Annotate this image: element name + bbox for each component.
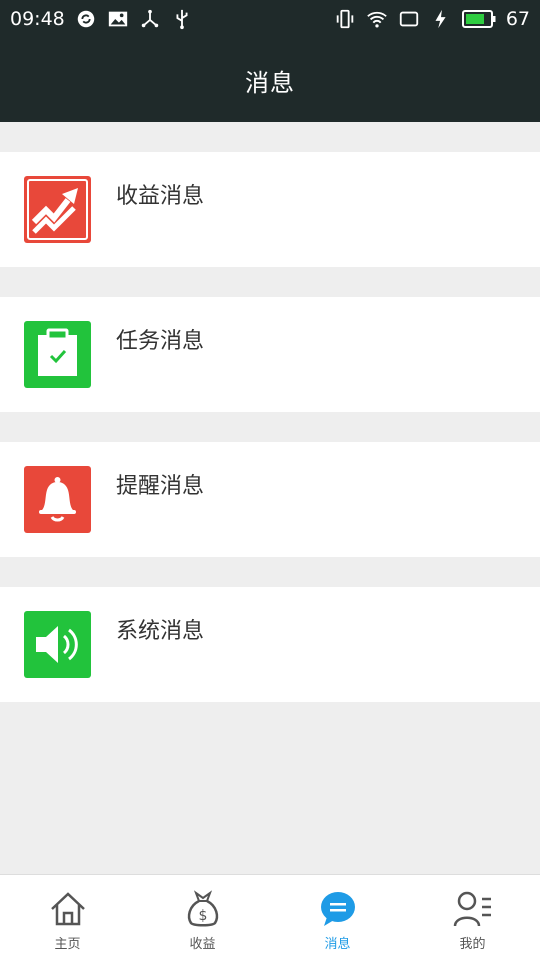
image-icon	[107, 8, 129, 30]
status-right: 67	[334, 8, 530, 30]
message-item-earnings[interactable]: 收益消息	[0, 152, 540, 267]
message-item-label: 任务消息	[116, 329, 205, 354]
nav-label: 收益	[189, 937, 216, 952]
message-category-list: 收益消息 任务消息 提醒消息 系统消息	[0, 152, 540, 732]
bottom-nav: 主页 $ 收益 消息 我的	[0, 874, 540, 960]
nav-label: 消息	[324, 937, 351, 952]
usb-icon	[171, 8, 193, 30]
sync-icon	[75, 8, 97, 30]
chat-bubble-icon	[318, 889, 358, 929]
nav-item-home[interactable]: 主页	[0, 875, 135, 960]
money-bag-icon: $	[183, 889, 223, 929]
share-icon	[139, 8, 161, 30]
nav-label: 主页	[54, 937, 81, 952]
message-item-reminders[interactable]: 提醒消息	[0, 442, 540, 557]
profile-icon	[453, 889, 493, 929]
screen-icon	[398, 8, 420, 30]
messages-screen: 09:48 67 消息 收益消息 任务消息 提醒消息 系统消息 主页 $ 收益 …	[0, 0, 540, 960]
charging-icon	[430, 8, 452, 30]
svg-text:$: $	[198, 908, 207, 924]
battery-icon	[461, 8, 496, 30]
message-item-label: 收益消息	[116, 184, 205, 209]
nav-item-profile[interactable]: 我的	[405, 875, 540, 960]
status-bar: 09:48 67	[0, 0, 540, 38]
nav-item-messages[interactable]: 消息	[270, 875, 405, 960]
nav-label: 我的	[459, 937, 486, 952]
nav-item-earnings[interactable]: $ 收益	[135, 875, 270, 960]
earnings-chart-icon	[24, 176, 91, 243]
home-icon	[48, 889, 88, 929]
message-item-label: 提醒消息	[116, 474, 205, 499]
battery-level: 67	[505, 8, 530, 30]
status-left: 09:48	[10, 8, 193, 30]
page-title: 消息	[245, 68, 295, 97]
status-time: 09:48	[10, 8, 65, 30]
task-clipboard-icon	[24, 321, 91, 388]
vibrate-icon	[334, 8, 356, 30]
bell-icon	[24, 466, 91, 533]
message-item-tasks[interactable]: 任务消息	[0, 297, 540, 412]
wifi-icon	[366, 8, 388, 30]
speaker-icon	[24, 611, 91, 678]
message-item-label: 系统消息	[116, 619, 205, 644]
app-bar: 消息	[0, 38, 540, 122]
message-item-system[interactable]: 系统消息	[0, 587, 540, 702]
